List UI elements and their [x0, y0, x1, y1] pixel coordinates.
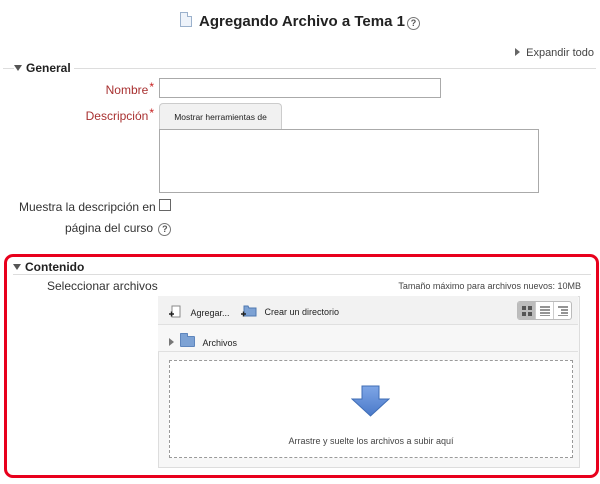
down-arrow-icon	[351, 385, 390, 417]
page-title: Agregando Archivo a Tema 1	[199, 13, 405, 30]
create-directory-label: Crear un directorio	[264, 307, 339, 317]
drop-hint: Arrastre y suelte los archivos a subir a…	[288, 436, 454, 446]
page-header: Agregando Archivo a Tema 1?	[0, 12, 600, 31]
help-icon[interactable]: ?	[406, 17, 420, 30]
create-directory-button[interactable]: Crear un directorio	[241, 302, 339, 320]
nombre-label-text: Nombre	[105, 83, 149, 97]
show-editor-tools-button[interactable]: Mostrar herramientas de edición	[159, 103, 282, 148]
expand-all-link[interactable]: Expandir todo	[515, 47, 594, 59]
add-file-icon	[169, 305, 181, 318]
tree-view-button[interactable]	[553, 302, 571, 319]
select-files-label: Seleccionar archivos	[47, 279, 158, 293]
add-file-button[interactable]: Agregar...	[168, 303, 229, 321]
nombre-input[interactable]	[159, 78, 441, 98]
required-mark: *	[149, 80, 154, 94]
contenido-divider	[13, 274, 591, 275]
show-description-label-line2-text: página del curso	[65, 221, 154, 235]
path-folder-label: Archivos	[202, 338, 237, 348]
collapse-triangle-icon	[13, 264, 21, 270]
max-size-note: Tamaño máximo para archivos nuevos: 10MB	[398, 281, 581, 291]
folder-add-icon	[241, 305, 257, 317]
show-description-label-line1: Muestra la descripción en la	[19, 200, 169, 214]
icons-view-icon	[521, 305, 532, 316]
nombre-label: Nombre*	[60, 80, 154, 97]
expand-all-label: Expandir todo	[526, 47, 594, 59]
expand-triangle-icon	[515, 48, 521, 56]
collapse-triangle-icon	[14, 65, 22, 71]
descripcion-textarea[interactable]	[159, 129, 539, 193]
descripcion-label: Descripción*	[60, 106, 154, 123]
contenido-legend[interactable]: Contenido	[13, 260, 88, 274]
add-file-label: Agregar...	[190, 308, 230, 318]
icons-view-button[interactable]	[518, 302, 535, 319]
list-view-icon	[539, 305, 550, 316]
tree-view-icon	[557, 305, 568, 316]
view-switcher	[517, 301, 572, 320]
file-icon	[180, 12, 193, 27]
help-icon[interactable]: ?	[158, 223, 172, 236]
show-description-label-line2: página del curso ?	[65, 221, 172, 236]
show-description-checkbox[interactable]	[159, 199, 171, 211]
descripcion-label-text: Descripción	[85, 109, 149, 123]
folder-icon	[180, 333, 195, 347]
expand-triangle-icon	[169, 338, 174, 346]
contenido-legend-label: Contenido	[25, 260, 85, 274]
general-legend-label: General	[26, 61, 71, 75]
general-legend[interactable]: General	[14, 61, 74, 75]
path-folder-files[interactable]: Archivos	[169, 333, 237, 351]
list-view-button[interactable]	[535, 302, 553, 319]
required-mark: *	[149, 106, 154, 120]
